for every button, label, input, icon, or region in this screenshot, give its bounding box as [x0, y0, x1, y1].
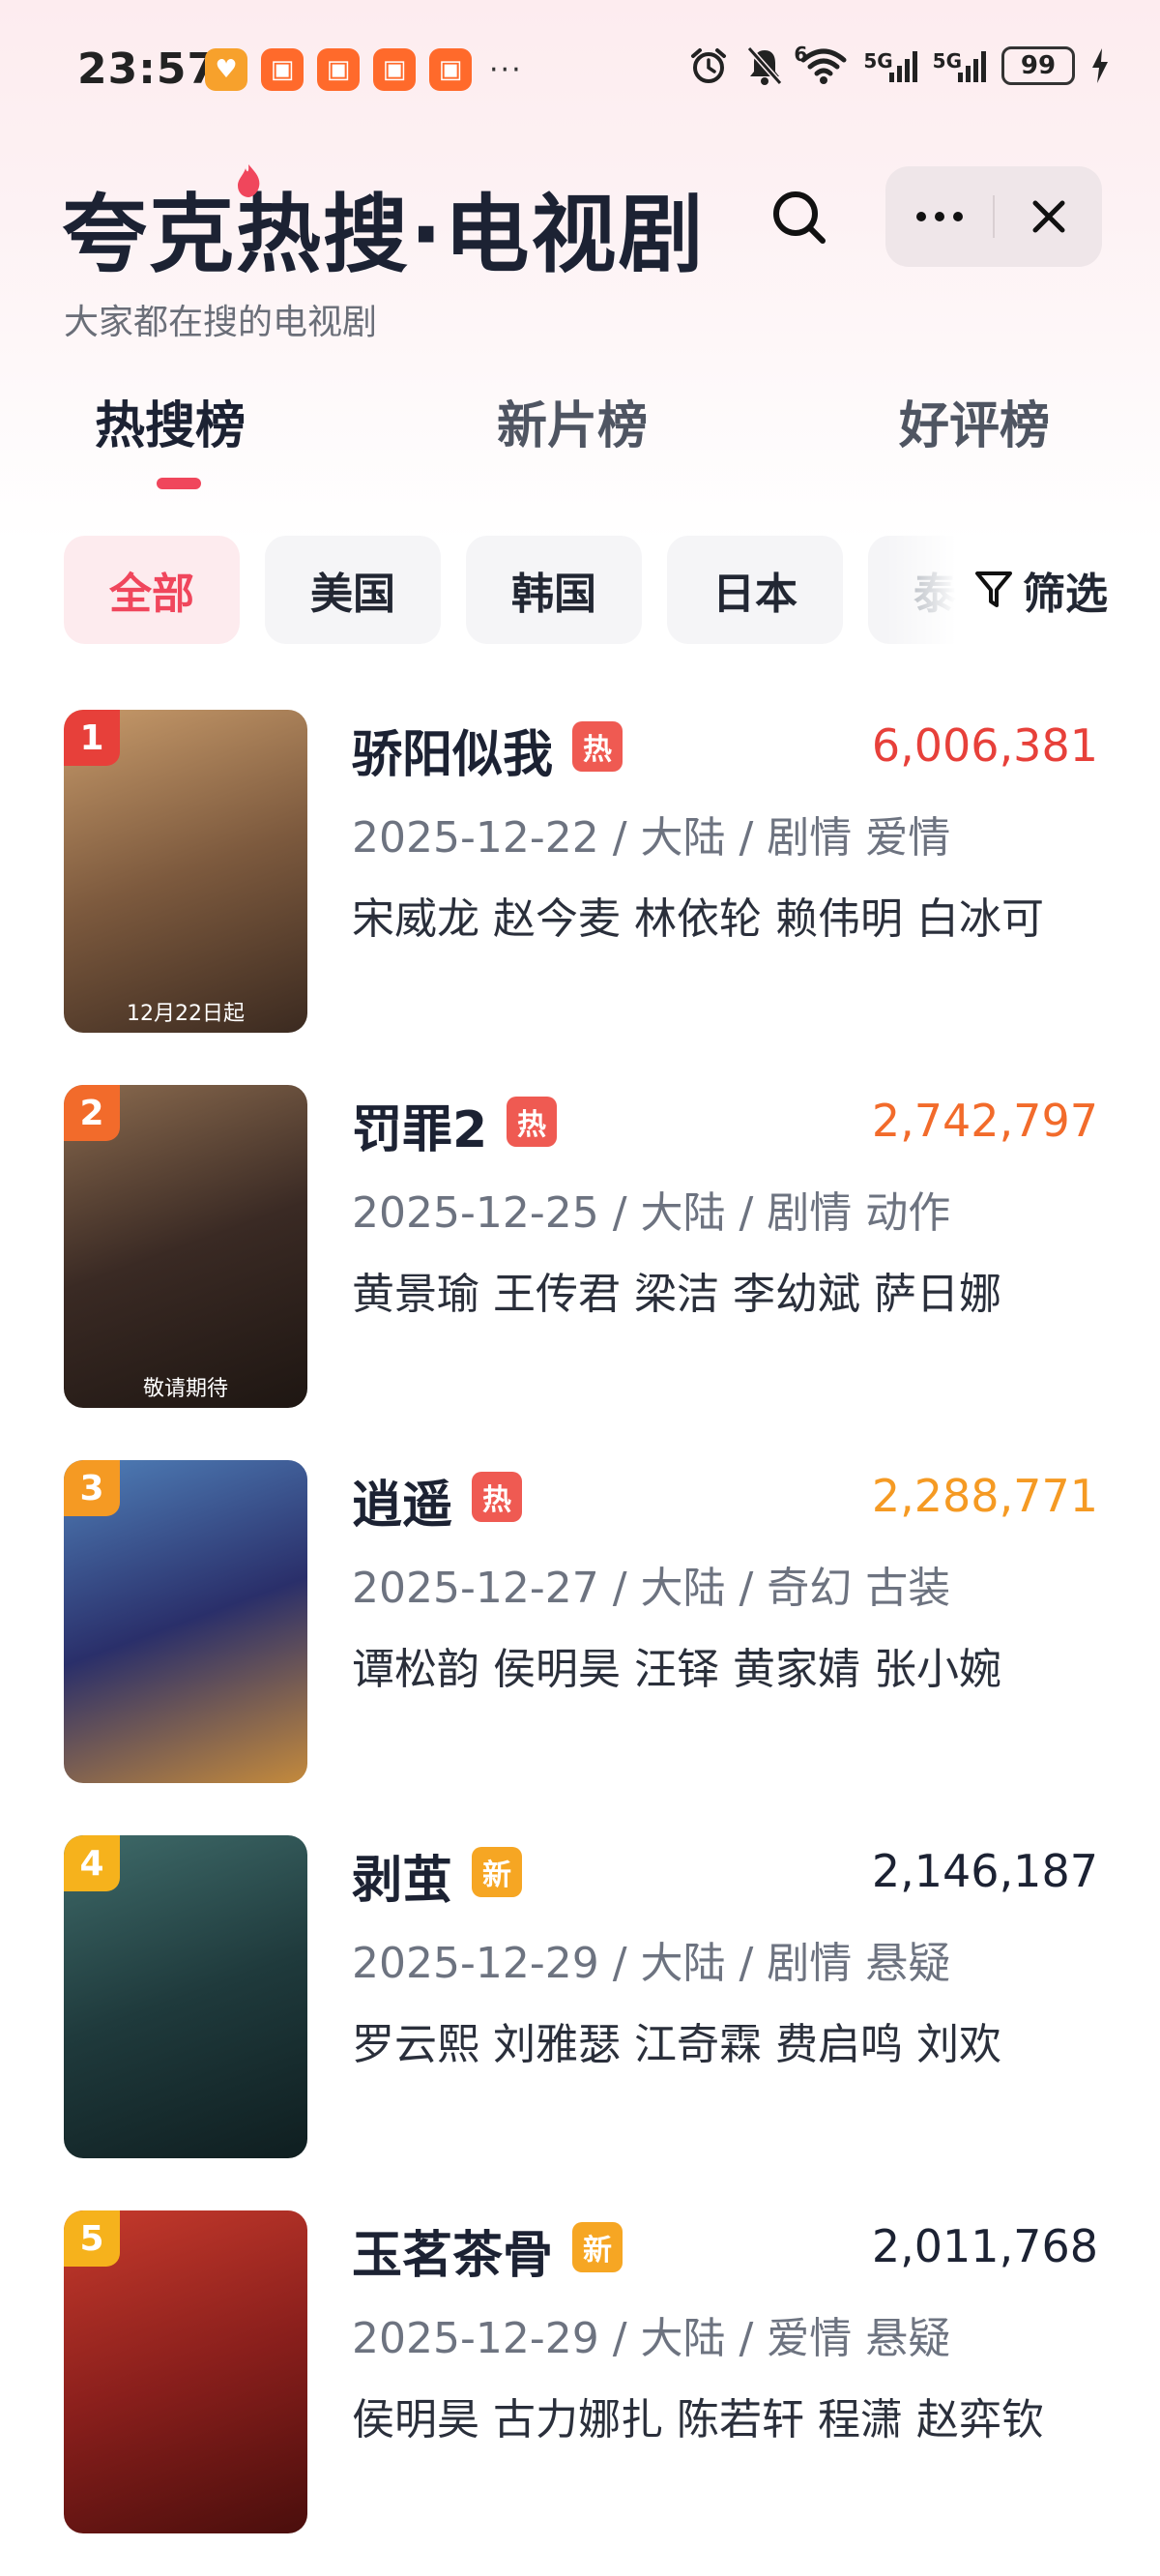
status-icons: 6 5G 5G 99: [687, 43, 1110, 87]
close-icon: [1032, 200, 1064, 233]
item-meta: 2025-12-22 / 大陆 / 剧情 爱情: [352, 813, 951, 863]
signal-5g-icon-1: 5G: [863, 49, 917, 82]
ranking-tabs: 热搜榜 新片榜 好评榜: [0, 385, 1160, 491]
mini-program-capsule: [885, 166, 1102, 267]
item-cast: 黄景瑜 王传君 梁洁 李幼斌 萨日娜: [352, 1270, 1001, 1319]
item-cast: 罗云熙 刘雅瑟 江奇霖 费启鸣 刘欢: [352, 2020, 1001, 2069]
tab-top-rated[interactable]: 好评榜: [899, 385, 1050, 457]
search-icon: [773, 191, 826, 244]
new-tag: 新: [572, 2222, 623, 2272]
more-notifications-dots: ···: [489, 52, 523, 87]
rank-badge: 2: [64, 1085, 120, 1141]
page-subtitle: 大家都在搜的电视剧: [64, 303, 378, 342]
video-app-icon-4: ▣: [429, 48, 472, 91]
search-button[interactable]: [766, 184, 833, 251]
rank-badge: 5: [64, 2210, 120, 2267]
tab-hot-search[interactable]: 热搜榜: [95, 385, 246, 457]
search-score: 6,006,381: [871, 719, 1098, 772]
wifi-label: 6: [794, 43, 808, 66]
battery-level: 99: [1020, 51, 1057, 80]
poster-image[interactable]: 5: [64, 2210, 307, 2533]
chip-all[interactable]: 全部: [64, 536, 240, 644]
item-title[interactable]: 罚罪2: [352, 1089, 487, 1161]
item-title[interactable]: 玉茗茶骨: [352, 2214, 553, 2287]
video-app-icon-1: ▣: [261, 48, 304, 91]
active-tab-indicator: [157, 478, 201, 489]
wifi-icon: 6: [794, 43, 848, 85]
chip-usa[interactable]: 美国: [265, 536, 441, 644]
item-title[interactable]: 逍遥: [352, 1464, 452, 1537]
region-filter-chips: 全部 美国 韩国 日本 泰国 筛选: [64, 536, 1108, 644]
item-title[interactable]: 骄阳似我: [352, 714, 553, 786]
list-item[interactable]: 3 逍遥热 2,288,771 2025-12-27 / 大陆 / 奇幻 古装谭松韵 …: [64, 1460, 1098, 1789]
list-item[interactable]: 2 敬请期待 罚罪2 热 2,742,797 2025-12-25 / 大陆 / 剧情 动…: [64, 1085, 1098, 1414]
hot-tag: 热: [472, 1472, 522, 1522]
search-score: 2,146,187: [871, 1845, 1098, 1897]
item-meta: 2025-12-29 / 大陆 / 爱情 悬疑: [352, 2314, 951, 2363]
item-cast: 宋威龙 赵今麦 林依轮 赖伟明 白冰可: [352, 894, 1044, 944]
chip-korea[interactable]: 韩国: [466, 536, 642, 644]
filter-funnel-icon: [975, 571, 1012, 607]
search-score: 2,288,771: [871, 1470, 1098, 1522]
poster-caption: 12月22日起: [127, 1002, 245, 1026]
poster-image[interactable]: 4: [64, 1835, 307, 2158]
hot-tag: 热: [572, 721, 623, 772]
list-item[interactable]: 1 12月22日起 骄阳似我热 6,006,381 2025-12-22 / 大陆 / …: [64, 710, 1098, 1039]
poster-image[interactable]: 3: [64, 1460, 307, 1783]
poster-image[interactable]: 2 敬请期待: [64, 1085, 307, 1408]
heart-app-icon: ♥: [205, 48, 247, 91]
item-meta: 2025-12-27 / 大陆 / 奇幻 古装: [352, 1564, 951, 1613]
search-score: 2,011,768: [871, 2220, 1098, 2272]
more-button[interactable]: [885, 166, 993, 267]
status-bar: 23:57 ♥ ▣ ▣ ▣ ▣ ··· 6 5G 5G 99: [0, 35, 1160, 104]
item-meta: 2025-12-29 / 大陆 / 剧情 悬疑: [352, 1939, 951, 1988]
signal-5g-icon-2: 5G: [933, 49, 986, 82]
item-cast: 谭松韵 侯明昊 汪铎 黄家婧 张小婉: [352, 1645, 1001, 1694]
list-item[interactable]: 4 剥茧新 2,146,187 2025-12-29 / 大陆 / 剧情 悬疑罗云熙 …: [64, 1835, 1098, 2164]
mute-bell-icon: [745, 44, 784, 87]
list-item[interactable]: 5 玉茗茶骨新 2,011,768 2025-12-29 / 大陆 / 爱情 悬疑侯明…: [64, 2210, 1098, 2539]
notification-app-icons: ♥ ▣ ▣ ▣ ▣ ···: [205, 48, 523, 91]
poster-caption: 敬请期待: [142, 1377, 228, 1401]
video-app-icon-2: ▣: [317, 48, 360, 91]
tab-new-releases[interactable]: 新片榜: [497, 385, 648, 457]
filter-label: 筛选: [1023, 570, 1108, 619]
search-score: 2,742,797: [871, 1095, 1098, 1147]
rank-badge: 4: [64, 1835, 120, 1891]
rank-badge: 1: [64, 710, 120, 766]
video-app-icon-3: ▣: [373, 48, 416, 91]
alarm-icon: [687, 44, 730, 87]
rank-badge: 3: [64, 1460, 120, 1516]
battery-indicator: 99: [1001, 46, 1075, 85]
poster-image[interactable]: 1 12月22日起: [64, 710, 307, 1033]
charging-icon: [1090, 46, 1110, 85]
filter-button[interactable]: 筛选: [885, 536, 1108, 644]
item-cast: 侯明昊 古力娜扎 陈若轩 程潇 赵弈钦: [352, 2395, 1044, 2444]
page-title: 夸克热搜·电视剧: [62, 185, 706, 284]
item-title[interactable]: 剥茧: [352, 1839, 452, 1912]
item-meta: 2025-12-25 / 大陆 / 剧情 动作: [352, 1188, 951, 1238]
close-button[interactable]: [995, 166, 1102, 267]
new-tag: 新: [472, 1847, 522, 1897]
flame-icon: [238, 164, 260, 197]
more-dots-icon: [915, 212, 963, 221]
chip-japan[interactable]: 日本: [667, 536, 843, 644]
hot-tag: 热: [507, 1097, 557, 1147]
status-time: 23:57: [77, 44, 218, 94]
